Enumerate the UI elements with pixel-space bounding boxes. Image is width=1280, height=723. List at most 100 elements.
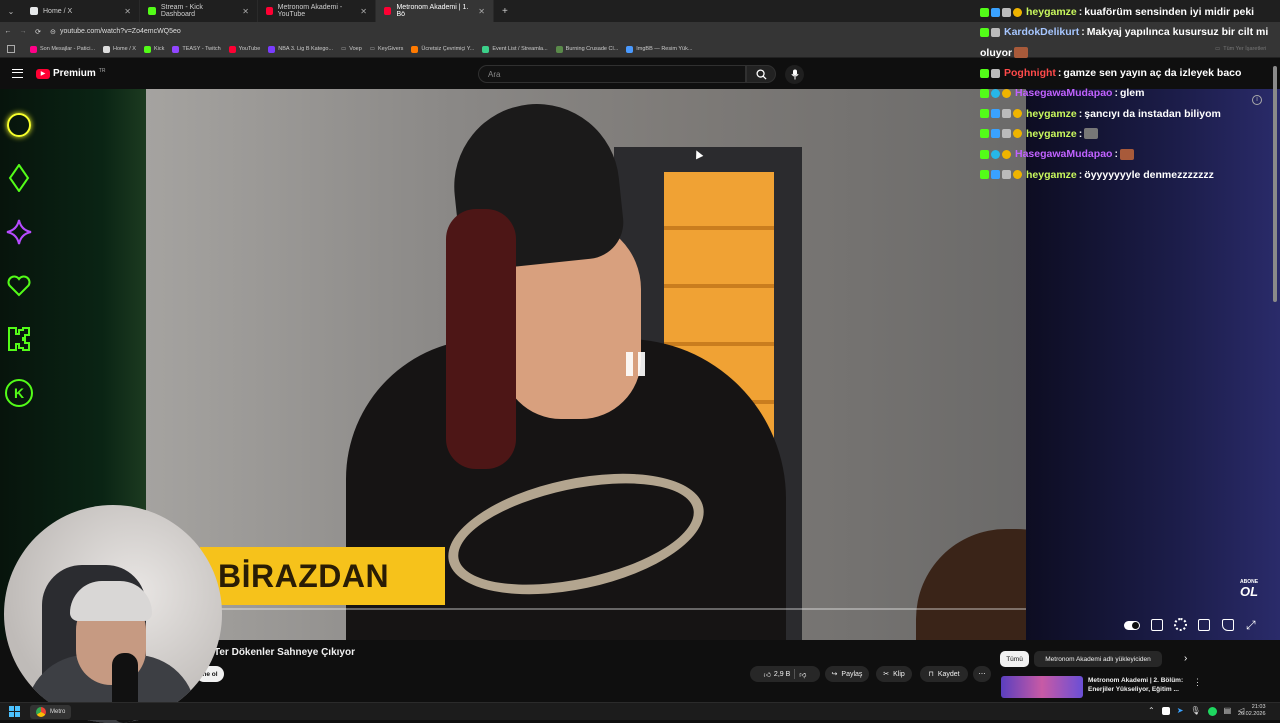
close-icon[interactable]: ✕	[242, 7, 249, 16]
bookmark-label: Event List / Streamla...	[492, 46, 548, 52]
fullscreen-icon[interactable]: ⤢	[1246, 618, 1256, 633]
bookmark-item[interactable]: Kick	[143, 45, 164, 53]
recommended-more-icon[interactable]: ⋮	[1193, 677, 1202, 688]
tab-youtube-video[interactable]: Metronom Akademi | 1. Bö ✕	[376, 0, 494, 22]
like-count: 2,9 B	[773, 670, 791, 678]
bookmark-icon: ⊓	[928, 671, 934, 678]
recommended-video[interactable]: Metronom Akademi | 2. Bölüm: Enerjiler Y…	[1088, 677, 1183, 695]
bookmark-item[interactable]: Ücretsiz Çevrimiçi Y...	[411, 45, 475, 53]
page-scrollbar[interactable]	[1273, 66, 1277, 302]
youtube-logo[interactable]: ▶ Premium TR	[36, 68, 105, 79]
save-button[interactable]: ⊓ Kaydet	[920, 666, 968, 682]
webcam-person-hair	[70, 581, 152, 621]
back-icon[interactable]: ←	[0, 28, 16, 35]
bookmark-item[interactable]: ▭ Voep	[341, 46, 362, 52]
bookmark-label: NBA 3. Lig B Katego...	[278, 46, 334, 52]
info-icon[interactable]: i	[1252, 95, 1262, 105]
menu-icon[interactable]	[12, 69, 23, 78]
chat-username: heygamze	[1026, 127, 1077, 140]
network-icon[interactable]: ▤	[1224, 706, 1232, 716]
search-button[interactable]	[746, 65, 776, 83]
telegram-icon[interactable]: ➤	[1177, 706, 1184, 716]
tab-label: Metronom Akademi | 1. Bö	[396, 4, 469, 18]
reload-icon[interactable]: ⟳	[30, 28, 46, 36]
miniplayer-icon[interactable]	[1198, 619, 1210, 631]
like-button[interactable]: 👍︎ 2,9 B	[764, 670, 791, 679]
new-tab-button[interactable]: +	[494, 6, 516, 17]
bookmark-item[interactable]: Son Mesajlar - Patici...	[30, 45, 95, 53]
spotify-icon[interactable]	[1207, 707, 1217, 716]
tab-kick[interactable]: Stream - Kick Dashboard ✕	[140, 0, 258, 22]
windows-start-icon[interactable]	[9, 706, 20, 717]
clock-date: 26.02.2026	[1238, 711, 1266, 718]
search-input[interactable]: Ara	[478, 65, 746, 83]
chat-text: kuaförüm sensinden iyi midir peki	[1084, 6, 1255, 19]
subtitles-icon[interactable]	[1151, 619, 1163, 631]
clock[interactable]: 21:03 26.02.2026	[1238, 704, 1266, 718]
coin-badge-icon	[1013, 170, 1022, 180]
apps-grid-icon[interactable]	[7, 45, 15, 53]
close-icon[interactable]: ✕	[360, 7, 367, 16]
cast-icon[interactable]	[1222, 619, 1234, 631]
bookmark-label: KeyGivers	[377, 46, 404, 52]
sub-badge-icon	[991, 170, 1000, 180]
mic-tray-icon[interactable]: 🎙︎	[1190, 706, 1200, 716]
youtube-icon	[266, 7, 273, 15]
tab-search-icon[interactable]: ⌄	[0, 7, 22, 16]
kick-badge-icon	[980, 68, 989, 78]
tray-app-icon[interactable]	[1161, 707, 1170, 715]
bookmark-item[interactable]: ImgBB — Resim Yük...	[626, 45, 692, 53]
subscribe-watermark[interactable]: ABONE OL	[1240, 580, 1258, 599]
chat-username: HasegawaMudapao	[1015, 87, 1113, 100]
voice-search-button[interactable]	[785, 65, 804, 84]
more-icon: ⋯	[978, 671, 986, 678]
thumbs-down-icon[interactable]: 👎︎	[799, 670, 806, 679]
bookmark-icon	[143, 45, 151, 53]
taskbar-chrome-app[interactable]: Metro	[30, 705, 72, 719]
logo-text: Premium	[53, 68, 96, 79]
chat-message: HasegawaMudapao :	[980, 144, 1280, 164]
bookmark-icon	[228, 45, 236, 53]
autoplay-toggle[interactable]	[1124, 621, 1140, 630]
close-icon[interactable]: ✕	[124, 7, 131, 16]
gem-badge-icon	[991, 149, 1000, 159]
recommended-thumbnail[interactable]	[1001, 676, 1083, 698]
settings-gear-icon[interactable]	[1174, 618, 1187, 631]
more-actions-button[interactable]: ⋯	[973, 666, 991, 682]
forward-icon[interactable]: →	[16, 28, 30, 35]
bookmark-item[interactable]: Event List / Streamla...	[482, 45, 548, 53]
bookmark-label: Ücretsiz Çevrimiçi Y...	[421, 46, 475, 52]
chip-from-uploader[interactable]: Metronom Akademi adlı yükleyiciden	[1034, 651, 1162, 667]
tray-expand-icon[interactable]: ⌃	[1148, 706, 1155, 716]
chat-message-continued: oluyor	[980, 43, 1280, 63]
kick-badge-icon	[980, 129, 989, 139]
bookmark-item[interactable]: Home / X	[103, 45, 136, 53]
chat-username: KardokDelikurt	[1004, 26, 1080, 39]
tab-youtube-channel[interactable]: Metronom Akademi - YouTube ✕	[258, 0, 376, 22]
bookmark-item[interactable]: TEASY - Twitch	[172, 45, 221, 53]
bookmark-item[interactable]: ▭ KeyGivers	[370, 46, 404, 52]
chat-emote	[1119, 148, 1134, 160]
rocket-badge-icon	[1002, 109, 1011, 119]
url-field[interactable]: youtube.com/watch?v=Zo4emcWQ5eo	[60, 28, 181, 35]
clip-button[interactable]: ✂ Klip	[876, 666, 912, 682]
chat-message: heygamze : şancıyı da instadan biliyom	[980, 103, 1280, 123]
share-button[interactable]: ↪ Paylaş	[825, 666, 869, 682]
bookmark-icon	[103, 45, 111, 53]
site-info-icon[interactable]: ⊝	[50, 28, 60, 36]
kick-logo-icon	[8, 327, 30, 351]
tab-x[interactable]: Home / X ✕	[22, 0, 140, 22]
chip-all[interactable]: Tümü	[1000, 651, 1029, 667]
chevron-right-icon[interactable]: ›	[1184, 653, 1187, 664]
chat-message: heygamze : kuaförüm sensinden iyi midir p…	[980, 2, 1280, 22]
bookmark-label: YouTube	[238, 46, 261, 52]
save-label: Kaydet	[937, 670, 960, 678]
pause-icon[interactable]	[626, 352, 645, 376]
bookmark-item[interactable]: NBA 3. Lig B Katego...	[268, 45, 334, 53]
bookmark-label: Home / X	[113, 46, 136, 52]
close-icon[interactable]: ✕	[478, 7, 485, 16]
chat-username: HasegawaMudapao	[1015, 148, 1113, 161]
bookmark-item[interactable]: Burning Crusade Cl...	[555, 45, 618, 53]
progress-bar[interactable]	[146, 608, 1026, 610]
bookmark-item[interactable]: YouTube	[228, 45, 261, 53]
